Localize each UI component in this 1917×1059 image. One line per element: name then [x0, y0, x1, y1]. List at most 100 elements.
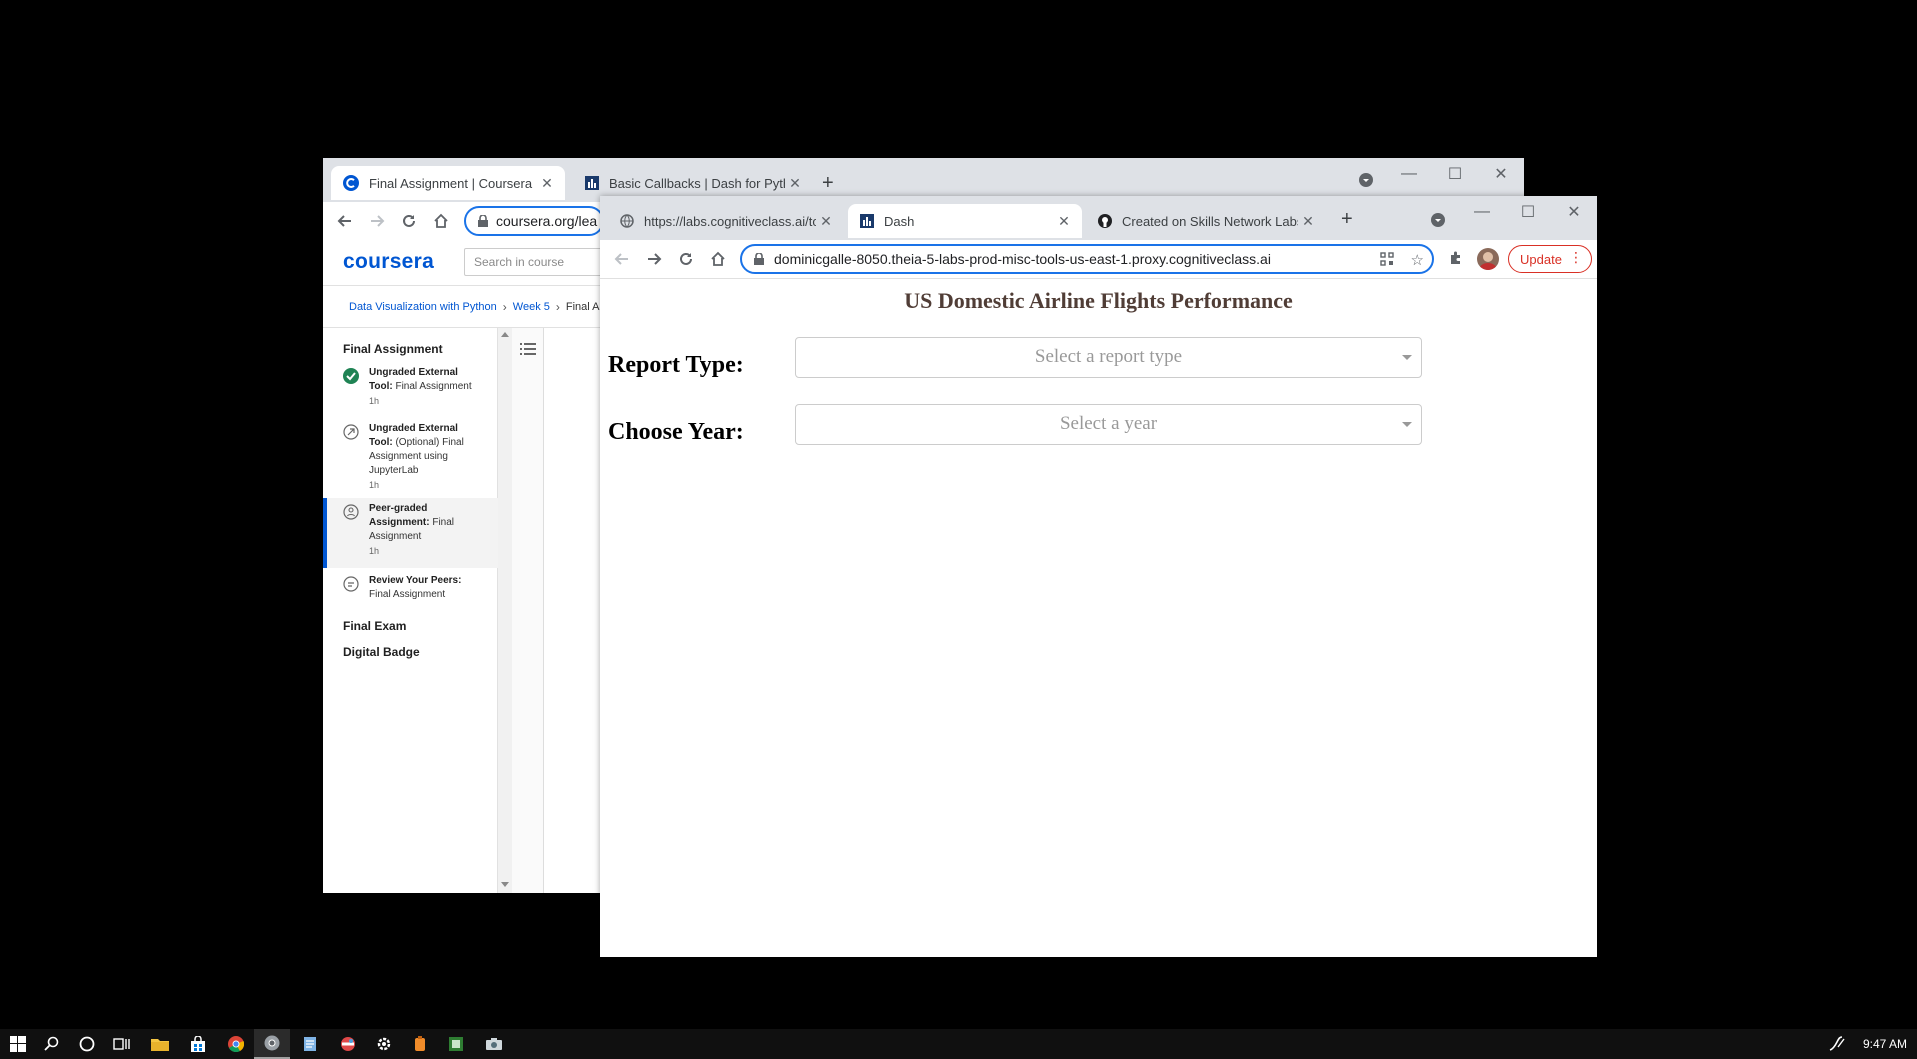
tab-final-assignment-coursera[interactable]: Final Assignment | Coursera ✕: [331, 166, 565, 200]
year-dropdown[interactable]: Select a year: [795, 404, 1422, 445]
clock[interactable]: 9:47 AM: [1863, 1037, 1907, 1051]
sidebar-scrollbar[interactable]: [498, 328, 512, 893]
taskbar: 9:47 AM: [0, 1029, 1917, 1059]
camera-icon[interactable]: [476, 1029, 512, 1059]
close-tab-icon[interactable]: ✕: [816, 213, 836, 230]
update-label: Update: [1520, 251, 1562, 267]
address-bar[interactable]: dominicgalle-8050.theia-5-labs-prod-misc…: [740, 244, 1434, 274]
item-type: Review Your Peers:: [369, 575, 462, 586]
close-tab-icon[interactable]: ✕: [785, 175, 805, 192]
item-duration: 1h: [369, 396, 380, 406]
bookmark-star-icon[interactable]: ☆: [1411, 251, 1424, 269]
close-window-icon[interactable]: ✕: [1478, 158, 1524, 190]
sidebar-item-peer-graded[interactable]: Peer-graded Assignment: Final Assignment…: [323, 498, 498, 568]
item-duration: 1h: [369, 480, 380, 490]
sidebar-section-title[interactable]: Final Assignment: [343, 342, 443, 356]
item-duration: 1h: [369, 546, 380, 556]
github-icon: [1098, 214, 1112, 228]
course-search-input[interactable]: Search in course: [464, 248, 614, 276]
peer-review-icon: [343, 504, 359, 520]
sidebar-section-final-exam[interactable]: Final Exam: [343, 619, 406, 633]
windows-start-icon[interactable]: [0, 1029, 36, 1059]
pen-ink-icon[interactable]: [1828, 1036, 1846, 1052]
tab-title: Dash: [884, 213, 915, 229]
settings-gear-icon[interactable]: [366, 1029, 402, 1059]
report-type-label: Report Type:: [608, 352, 744, 378]
sidebar-item-optional-tool[interactable]: Ungraded External Tool: (Optional) Final…: [323, 422, 498, 490]
dash-favicon-icon: [860, 214, 874, 228]
chevron-right-icon: ›: [555, 299, 560, 314]
chevron-down-icon[interactable]: [1402, 355, 1412, 360]
reload-icon[interactable]: [393, 205, 425, 237]
sidebar-item-review-peers[interactable]: Review Your Peers: Final Assignment: [323, 574, 498, 610]
choose-year-label: Choose Year:: [608, 419, 744, 445]
close-tab-icon[interactable]: ✕: [537, 175, 557, 192]
tab-search-icon[interactable]: [1430, 212, 1446, 228]
maximize-icon[interactable]: ☐: [1505, 196, 1551, 228]
chevron-right-icon: ›: [502, 299, 507, 314]
list-icon[interactable]: [520, 342, 536, 356]
chrome-dev-icon[interactable]: [254, 1029, 290, 1059]
dash-favicon-icon: [585, 176, 599, 190]
close-tab-icon[interactable]: ✕: [1298, 213, 1318, 230]
home-icon[interactable]: [425, 205, 457, 237]
back-arrow-icon[interactable]: [606, 243, 638, 275]
report-type-dropdown[interactable]: Select a report type: [795, 337, 1422, 378]
new-tab-icon[interactable]: +: [822, 172, 834, 195]
sidebar-item-ungraded-tool[interactable]: Ungraded External Tool: Final Assignment…: [323, 366, 498, 418]
content-toolbar: [512, 328, 544, 893]
search-icon[interactable]: [34, 1029, 70, 1059]
tab-title: Basic Callbacks | Dash for Python: [609, 175, 785, 191]
minimize-icon[interactable]: —: [1386, 158, 1432, 190]
cortana-icon[interactable]: [69, 1029, 105, 1059]
item-title: Final Assignment: [392, 381, 472, 392]
tab-skills-network[interactable]: Created on Skills Network Labs ✕: [1086, 204, 1326, 238]
assignment-content: [544, 328, 594, 893]
coursera-favicon-icon: [343, 175, 359, 191]
item-title: Final Assignment: [369, 589, 446, 600]
scroll-down-icon[interactable]: [501, 882, 509, 887]
report-type-placeholder: Select a report type: [1034, 346, 1183, 367]
maximize-icon[interactable]: ☐: [1432, 158, 1478, 190]
chrome-icon[interactable]: [218, 1029, 254, 1059]
forward-arrow-icon[interactable]: [638, 243, 670, 275]
extensions-puzzle-icon[interactable]: [1448, 250, 1464, 266]
scroll-up-icon[interactable]: [501, 332, 509, 337]
notepad-icon[interactable]: [292, 1029, 328, 1059]
green-app-icon[interactable]: [438, 1029, 474, 1059]
new-tab-icon[interactable]: +: [1341, 208, 1353, 231]
close-window-icon[interactable]: ✕: [1551, 196, 1597, 228]
back-arrow-icon[interactable]: [329, 205, 361, 237]
store-icon[interactable]: [180, 1029, 216, 1059]
forward-arrow-icon[interactable]: [361, 205, 393, 237]
colorful-app-icon[interactable]: [330, 1029, 366, 1059]
home-icon[interactable]: [702, 243, 734, 275]
avatar[interactable]: [1477, 248, 1499, 270]
address-bar[interactable]: coursera.org/lea: [464, 206, 604, 236]
sidebar-section-digital-badge[interactable]: Digital Badge: [343, 645, 420, 659]
task-view-icon[interactable]: [104, 1029, 140, 1059]
item-type: Peer-graded Assignment:: [369, 503, 430, 528]
tab-basic-callbacks[interactable]: Basic Callbacks | Dash for Python ✕: [573, 166, 813, 200]
qr-code-icon[interactable]: [1380, 252, 1394, 266]
chevron-down-icon[interactable]: [1402, 422, 1412, 427]
update-button[interactable]: Update ⋮: [1508, 245, 1592, 273]
coursera-logo[interactable]: coursera: [343, 250, 434, 274]
orange-app-icon[interactable]: [402, 1029, 438, 1059]
lock-icon: [754, 253, 764, 265]
tab-search-icon[interactable]: [1358, 172, 1374, 188]
close-tab-icon[interactable]: ✕: [1054, 213, 1074, 230]
reload-icon[interactable]: [670, 243, 702, 275]
course-sidebar: Final Assignment Ungraded External Tool:…: [323, 328, 498, 893]
url-text: coursera.org/lea: [496, 213, 598, 229]
dash-browser-window: https://labs.cognitiveclass.ai/tools ✕ D…: [600, 196, 1597, 957]
tab-dash[interactable]: Dash ✕: [848, 204, 1082, 238]
breadcrumb-course[interactable]: Data Visualization with Python: [349, 301, 497, 313]
completed-check-icon: [343, 368, 359, 384]
breadcrumb-week[interactable]: Week 5: [513, 301, 550, 313]
divider: [600, 278, 1597, 279]
file-explorer-icon[interactable]: [142, 1029, 178, 1059]
more-vertical-icon[interactable]: ⋮: [1569, 249, 1583, 266]
minimize-icon[interactable]: —: [1459, 196, 1505, 228]
tab-cognitiveclass-tools[interactable]: https://labs.cognitiveclass.ai/tools ✕: [608, 204, 844, 238]
